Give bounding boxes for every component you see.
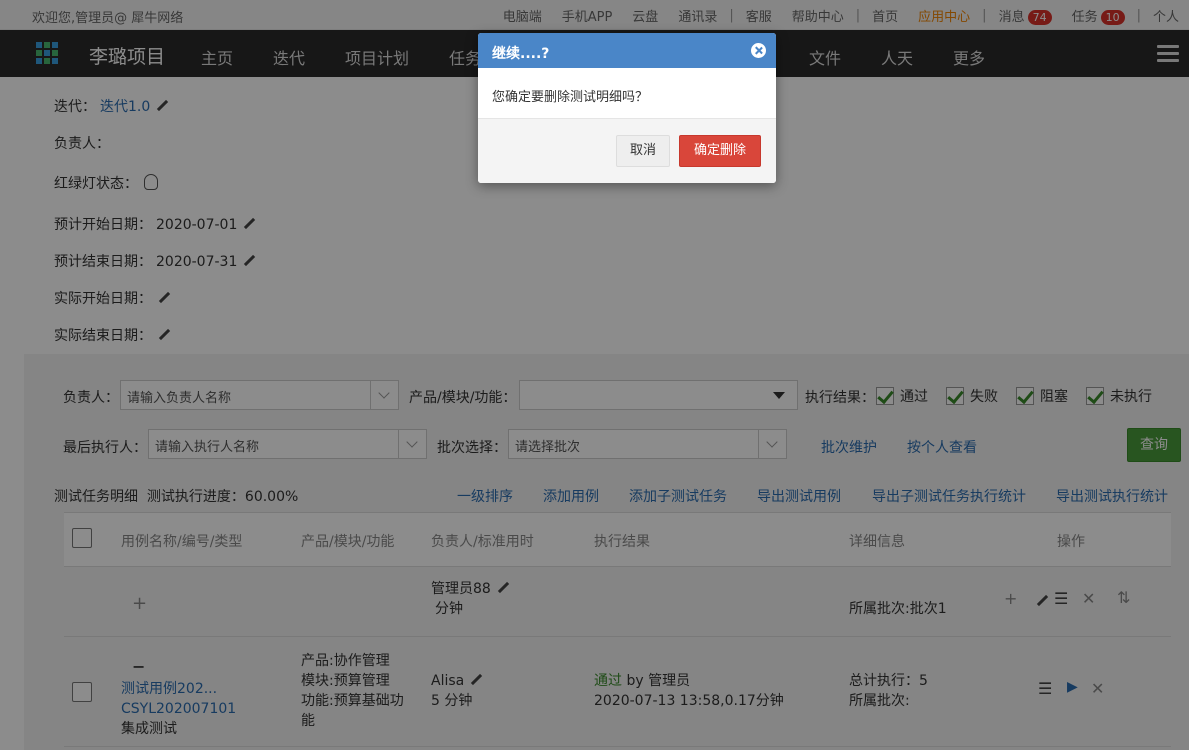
dialog-footer: 取消 确定删除: [478, 118, 776, 183]
confirm-delete-button[interactable]: 确定删除: [679, 135, 761, 167]
confirm-delete-dialog: 继续....? 您确定要删除测试明细吗？ 取消 确定删除: [478, 33, 776, 183]
dialog-body: 您确定要删除测试明细吗？: [478, 68, 776, 118]
dialog-message: 您确定要删除测试明细吗？: [492, 90, 649, 105]
cancel-button[interactable]: 取消: [616, 135, 670, 167]
close-icon[interactable]: [751, 43, 766, 58]
dialog-header: 继续....?: [478, 33, 776, 68]
dialog-title: 继续....?: [492, 46, 550, 62]
